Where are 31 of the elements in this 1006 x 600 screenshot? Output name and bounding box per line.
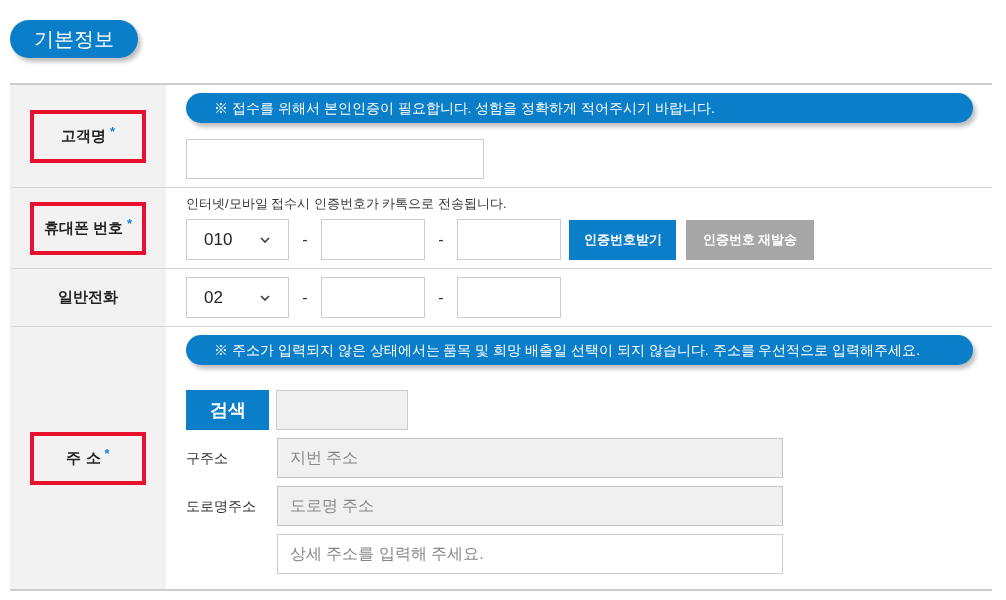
area-code-select[interactable]: 02 bbox=[186, 277, 289, 318]
phone-input[interactable] bbox=[457, 219, 561, 260]
phone-input[interactable] bbox=[321, 219, 425, 260]
dash-separator: - bbox=[301, 287, 309, 308]
chevron-down-icon bbox=[260, 294, 270, 301]
field-label: 고객명 bbox=[60, 125, 106, 146]
phone-input[interactable] bbox=[457, 277, 561, 318]
notice-banner: ※ 접수를 위해서 본인인증이 필요합니다. 성함을 정확하게 적어주시기 바랍니다. bbox=[186, 93, 973, 123]
address-input[interactable]: 지번 주소 bbox=[277, 438, 783, 478]
required-mark: * bbox=[109, 123, 116, 142]
required-mark: * bbox=[127, 215, 133, 234]
dash-separator: - bbox=[437, 287, 445, 308]
address-input[interactable]: 상세 주소를 입력해 주세요. bbox=[277, 534, 783, 574]
phone-input[interactable] bbox=[321, 277, 425, 318]
area-code-select[interactable]: 010 bbox=[186, 219, 289, 260]
notice-banner: ※ 주소가 입력되지 않은 상태에서는 품목 및 희망 배출일 선택이 되지 않습니다. 주소를 우선적으로 입력해주세요. bbox=[186, 335, 973, 365]
field-label: 일반전화 bbox=[58, 287, 118, 308]
section-title: 기본정보 bbox=[10, 20, 138, 58]
address-caption: 도로명주소 bbox=[186, 498, 256, 514]
field-label: 휴대폰 번호 bbox=[43, 217, 124, 238]
dash-separator: - bbox=[437, 229, 445, 250]
hint-text: 인터넷/모바일 접수시 인증번호가 카톡으로 전송됩니다. bbox=[186, 195, 508, 213]
search-button[interactable]: 검색 bbox=[186, 390, 269, 430]
required-mark: * bbox=[104, 445, 110, 464]
name-input[interactable] bbox=[186, 139, 484, 179]
dash-separator: - bbox=[301, 229, 309, 250]
field-label: 주 소 bbox=[66, 447, 101, 468]
address-caption: 구주소 bbox=[186, 450, 228, 466]
request-code-button[interactable]: 인증번호받기 bbox=[569, 219, 676, 260]
address-input[interactable]: 도로명 주소 bbox=[277, 486, 783, 526]
chevron-down-icon bbox=[260, 236, 270, 243]
